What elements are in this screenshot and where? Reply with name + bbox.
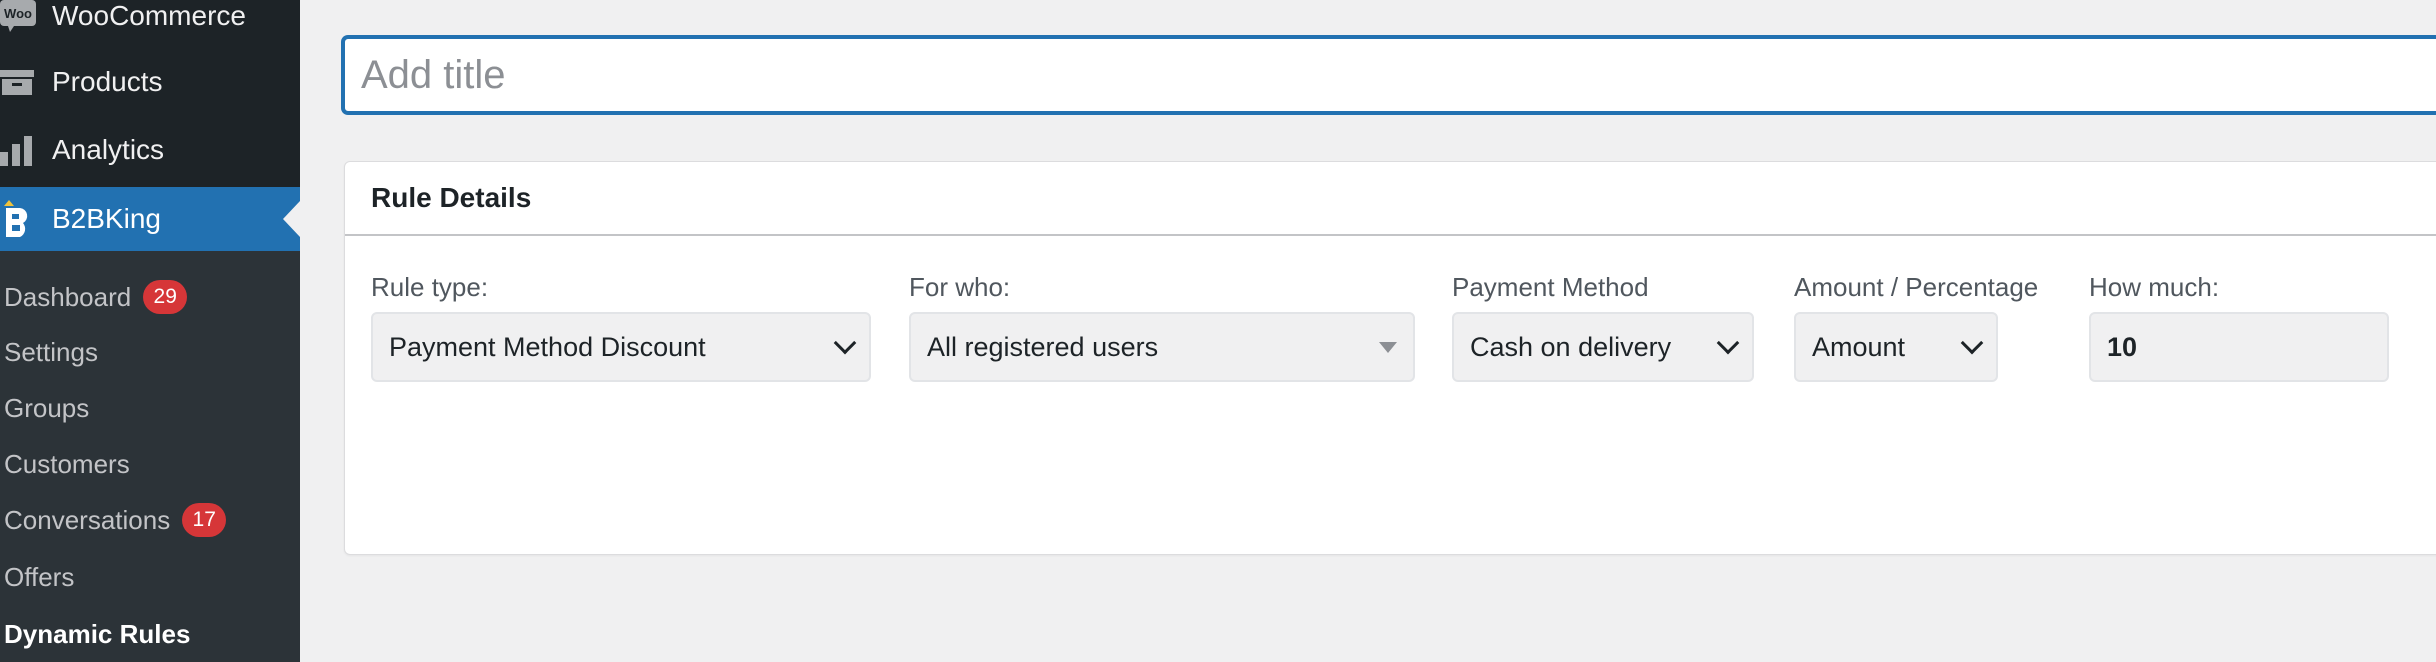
for-who-select[interactable]: All registered users xyxy=(909,312,1415,382)
rule-details-panel: Rule Details Rule type: Payment Method D… xyxy=(344,161,2436,555)
menu-item-analytics[interactable]: Analytics xyxy=(0,126,300,174)
chevron-down-icon xyxy=(1960,331,1984,355)
how-much-input[interactable]: 10 xyxy=(2089,312,2389,382)
chart-bar-icon xyxy=(0,130,52,170)
archive-icon xyxy=(0,62,52,102)
menu-item-woocommerce[interactable]: Woo WooCommerce xyxy=(0,0,300,40)
submenu-item-groups[interactable]: Groups xyxy=(4,388,89,428)
submenu-item-label: Groups xyxy=(4,392,90,423)
b2bking-submenu: Dashboard 29 Settings Groups Customers C… xyxy=(0,251,300,662)
menu-item-label: Products xyxy=(52,66,163,97)
menu-item-label: Analytics xyxy=(52,134,165,165)
svg-text:Woo: Woo xyxy=(4,6,32,21)
rule-type-select[interactable]: Payment Method Discount xyxy=(371,312,871,382)
amount-percentage-select[interactable]: Amount xyxy=(1794,312,1998,382)
panel-header: Rule Details xyxy=(345,162,2436,236)
chevron-down-icon xyxy=(1716,331,1740,355)
input-value: 10 xyxy=(2107,331,2138,362)
submenu-item-offers[interactable]: Offers xyxy=(4,557,74,597)
select-value: All registered users xyxy=(927,331,1159,362)
submenu-item-label: Dashboard xyxy=(4,281,132,312)
menu-item-label: B2BKing xyxy=(52,203,161,234)
admin-sidebar: Woo WooCommerce Products Analytics B2BKi… xyxy=(0,0,300,662)
submenu-item-customers[interactable]: Customers xyxy=(4,444,130,484)
field-label: Payment Method xyxy=(1452,272,1649,302)
submenu-item-label: Customers xyxy=(4,448,130,479)
submenu-item-dashboard[interactable]: Dashboard 29 xyxy=(4,277,188,317)
notification-badge: 29 xyxy=(143,280,188,314)
select-value: Amount xyxy=(1812,331,1906,362)
submenu-item-label: Settings xyxy=(4,336,98,367)
field-label: Rule type: xyxy=(371,272,489,302)
field-label: Amount / Percentage xyxy=(1794,272,2039,302)
chevron-down-icon xyxy=(833,331,857,355)
submenu-item-label: Conversations xyxy=(4,504,171,535)
submenu-item-dynamic-rules[interactable]: Dynamic Rules xyxy=(4,614,190,654)
menu-item-b2bking[interactable]: B2BKing xyxy=(0,187,300,251)
notification-badge: 17 xyxy=(182,503,227,537)
select-value: Cash on delivery xyxy=(1470,331,1672,362)
menu-item-products[interactable]: Products xyxy=(0,58,300,106)
submenu-item-label: Dynamic Rules xyxy=(4,618,191,649)
submenu-item-settings[interactable]: Settings xyxy=(4,332,98,372)
field-label: For who: xyxy=(909,272,1011,302)
submenu-item-conversations[interactable]: Conversations 17 xyxy=(4,500,227,540)
submenu-item-label: Offers xyxy=(4,561,75,592)
caret-down-icon xyxy=(1379,341,1397,353)
field-label: How much: xyxy=(2089,272,2220,302)
b2bking-logo-icon xyxy=(0,199,52,239)
select-value: Payment Method Discount xyxy=(389,331,706,362)
woo-icon: Woo xyxy=(0,0,52,36)
current-menu-arrow xyxy=(283,201,300,237)
payment-method-select[interactable]: Cash on delivery xyxy=(1452,312,1754,382)
menu-item-label: WooCommerce xyxy=(52,0,246,31)
post-title-input[interactable] xyxy=(342,36,2436,114)
panel-title: Rule Details xyxy=(371,182,532,213)
